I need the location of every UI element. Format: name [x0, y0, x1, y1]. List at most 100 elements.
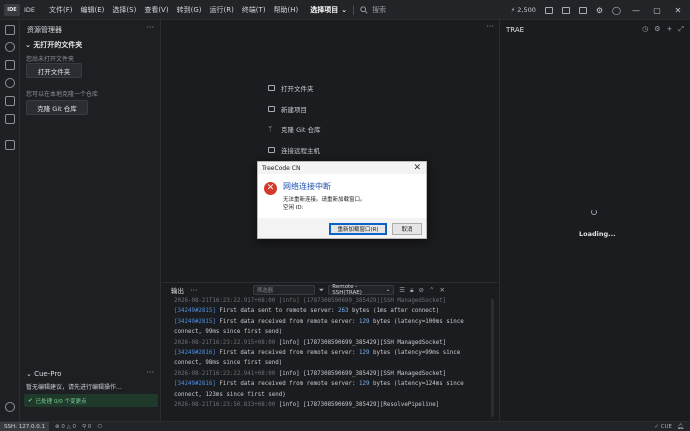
chat-history-icon[interactable]: ◷ — [642, 25, 648, 34]
error-icon: ✕ — [264, 182, 277, 195]
select-project-button[interactable]: 选择项目 ⌄ — [310, 5, 347, 15]
source-control-icon[interactable] — [5, 60, 15, 70]
welcome-remote-host[interactable]: 连接远程主机 — [268, 140, 321, 161]
output-channel-select[interactable]: Remote - SSH(TRAE) ⌄ — [328, 284, 395, 296]
welcome-actions: 打开文件夹 新建项目 ᛘ 克隆 Git 仓库 连接远程主机 — [268, 78, 321, 160]
open-folder-button[interactable]: 打开文件夹 — [26, 63, 82, 78]
cancel-button[interactable]: 取消 — [392, 223, 422, 235]
menu-item[interactable]: 帮助(H) — [270, 5, 303, 15]
sidebar-title: 资源管理器 — [27, 26, 62, 34]
cue-status-item[interactable]: ✓ CUE — [654, 424, 672, 430]
dialog-close-button[interactable]: ✕ — [413, 163, 421, 173]
cue-status-text: 已处理 0/0 个变更点 — [35, 398, 87, 405]
menu-item[interactable]: 终端(T) — [238, 5, 270, 15]
welcome-item-label: 打开文件夹 — [281, 85, 314, 94]
status-right: ✓ CUE 🔔︎ — [654, 422, 684, 431]
log-segment: bytes (latency=100ms since — [369, 318, 464, 325]
lock-icon[interactable]: 🔒︎ — [410, 286, 413, 295]
log-segment: 2026-08-21T16:23:22.915+08:00 — [174, 339, 276, 346]
maximize-button[interactable]: ▢ — [651, 6, 663, 15]
log-line: 2026-08-21T16:23:50.833+08:00 [info] [17… — [174, 400, 490, 410]
log-line: connect, 98ms since first send) — [174, 358, 490, 368]
cue-pro-panel: ⌄ Cue-Pro ··· 暂无编辑建议，请先进行编辑操作... ✔ 已处理 0… — [20, 366, 160, 421]
reload-window-button[interactable]: 重新加载窗口(R) — [329, 223, 387, 235]
log-segment: [info] [1787308590699_385429][ResolvePip… — [275, 402, 440, 409]
layout-sidebar-right-icon[interactable] — [578, 6, 587, 14]
chat-icon[interactable] — [5, 114, 15, 124]
cue-pro-title[interactable]: ⌄ Cue-Pro — [26, 370, 61, 378]
more-actions-icon[interactable]: ··· — [486, 22, 494, 31]
no-folder-section[interactable]: ⌄ 无打开的文件夹 — [25, 40, 82, 50]
bolt-icon: ⚡ — [510, 6, 516, 14]
more-actions-icon[interactable]: ··· — [146, 23, 154, 32]
more-actions-icon[interactable]: ··· — [190, 286, 198, 295]
ai-panel: TRAE ◷ ⚙ + ⤢ Loading... — [499, 20, 690, 421]
search-icon — [360, 5, 368, 14]
new-chat-icon[interactable]: + — [667, 25, 673, 34]
title-bar: IDE IDE 文件(F) 编辑(E) 选择(S) 查看(V) 转到(G) 运行(R) 终端… — [0, 0, 690, 20]
list-icon[interactable]: ☰ — [399, 286, 405, 295]
search-box[interactable]: 搜索 — [360, 5, 386, 15]
log-line: [34249#2815] First data sent to remote s… — [174, 306, 490, 316]
expand-icon[interactable]: ⤢ — [678, 25, 684, 34]
layout-sidebar-left-icon[interactable] — [544, 6, 553, 14]
chevron-down-icon: ⌄ — [341, 5, 348, 14]
clone-git-button[interactable]: 克隆 Git 仓库 — [26, 100, 88, 115]
close-window-button[interactable]: ✕ — [672, 6, 684, 15]
no-folder-label: 无打开的文件夹 — [33, 41, 83, 49]
menu-item[interactable]: 运行(R) — [205, 5, 237, 15]
output-filter-input[interactable]: 筛选器 — [252, 285, 315, 295]
remote-explorer-icon[interactable] — [5, 78, 15, 88]
welcome-open-folder[interactable]: 打开文件夹 — [268, 78, 321, 99]
extensions-icon[interactable] — [5, 140, 15, 150]
settings-gear-icon[interactable]: ⚙ — [596, 6, 603, 15]
activity-bar — [0, 20, 20, 421]
new-project-icon — [268, 105, 275, 112]
divider — [353, 4, 355, 15]
run-debug-icon[interactable] — [5, 96, 15, 106]
log-segment: 263 — [338, 308, 349, 315]
minimize-button[interactable]: — — [630, 6, 642, 15]
no-folder-hint: 您尚未打开文件夹 — [26, 56, 75, 63]
remote-indicator[interactable]: SSH: 127.0.0.1 — [0, 421, 49, 431]
close-panel-icon[interactable]: ✕ — [439, 286, 444, 295]
ide-label[interactable]: IDE — [24, 6, 35, 14]
menu-item[interactable]: 查看(V) — [140, 5, 172, 15]
menu-item[interactable]: 文件(F) — [45, 5, 77, 15]
clear-output-icon[interactable]: ⊘ — [419, 286, 424, 295]
problems-indicator[interactable]: ⊗ 0 △ 0 — [55, 424, 76, 430]
more-actions-icon[interactable]: ··· — [146, 368, 154, 377]
welcome-clone-git[interactable]: ᛘ 克隆 Git 仓库 — [268, 119, 321, 140]
welcome-new-project[interactable]: 新建项目 — [268, 99, 321, 120]
log-segment: bytes (latency=124ms since — [369, 381, 464, 388]
extension-status-icon[interactable]: ⎔ — [97, 424, 102, 430]
search-placeholder: 搜索 — [372, 5, 387, 14]
menu-item[interactable]: 编辑(E) — [77, 5, 109, 15]
maximize-panel-icon[interactable]: ⌃ — [429, 286, 434, 295]
ports-count: 0 — [87, 423, 92, 430]
log-segment: 2026-08-21T16:23:50.833+08:00 — [174, 402, 276, 409]
usage-count[interactable]: ⚡ 2,500 — [511, 6, 536, 14]
account-icon[interactable]: ◯ — [612, 6, 621, 15]
settings-gear-icon[interactable]: ⚙ — [654, 25, 660, 34]
welcome-item-label: 连接远程主机 — [281, 146, 320, 155]
notifications-bell-icon[interactable]: 🔔︎ — [677, 424, 684, 430]
title-right-actions: ⚡ 2,500 ⚙ ◯ — ▢ ✕ — [511, 0, 690, 20]
log-segment: connect, 98ms since first send) — [174, 360, 283, 367]
dialog-title: TreeCode CN — [262, 165, 301, 172]
menu-item[interactable]: 选择(S) — [108, 5, 140, 15]
output-scrollbar[interactable] — [491, 299, 494, 417]
menu-item[interactable]: 转到(G) — [173, 5, 206, 15]
ports-indicator[interactable]: ⚲ 0 — [82, 424, 91, 430]
status-bar: SSH: 127.0.0.1 ⊗ 0 △ 0 ⚲ 0 ⎔ ✓ CUE 🔔︎ — [0, 421, 690, 431]
search-view-icon[interactable] — [5, 42, 15, 52]
tab-output[interactable]: 输出 — [171, 285, 184, 295]
account-icon[interactable] — [5, 402, 15, 412]
log-line: [34249#2816] First data received from re… — [174, 348, 490, 358]
usage-count-value: 2,500 — [517, 6, 536, 14]
welcome-item-label: 新建项目 — [281, 105, 307, 114]
explorer-icon[interactable] — [5, 25, 15, 35]
filter-icon[interactable]: ⏷ — [319, 286, 325, 295]
layout-panel-icon[interactable] — [561, 6, 570, 14]
ai-panel-actions: ◷ ⚙ + ⤢ — [642, 25, 684, 34]
